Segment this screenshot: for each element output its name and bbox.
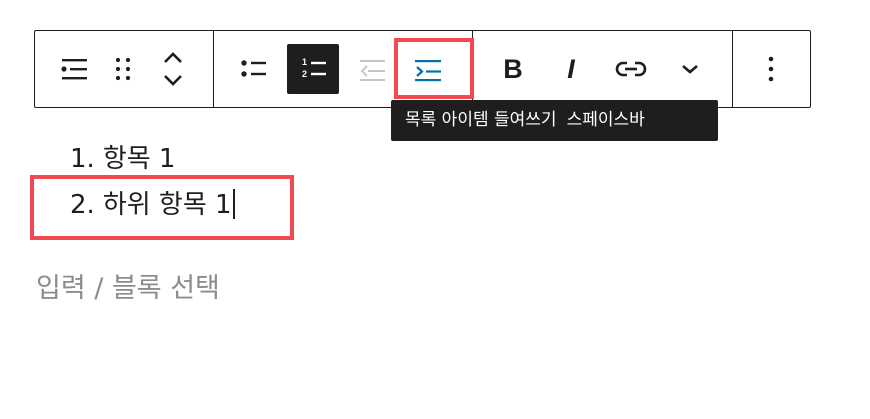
ordered-list-button[interactable]: 1 2 [287, 44, 339, 94]
ordered-list-icon: 1 2 [302, 57, 326, 79]
list-item-text: 항목 1 [102, 144, 176, 174]
block-type-button[interactable] [49, 44, 99, 94]
toolbar-divider [472, 31, 473, 107]
list-item-number: 2. [70, 190, 95, 220]
list-item[interactable]: 2. 하위 항목 1 [70, 182, 235, 228]
drag-handle-icon [115, 57, 131, 81]
move-up-down-button[interactable] [148, 44, 198, 94]
list-item-text: 하위 항목 1 [102, 190, 232, 220]
link-button[interactable] [606, 44, 656, 94]
bold-button[interactable]: B [488, 44, 538, 94]
svg-text:2: 2 [302, 69, 307, 79]
svg-text:1: 1 [302, 57, 307, 67]
toolbar-divider [732, 31, 733, 107]
drag-handle-button[interactable] [98, 44, 148, 94]
list-item-number: 1. [70, 144, 95, 174]
block-toolbar: 1 2 B I [34, 30, 811, 108]
italic-icon: I [567, 53, 575, 84]
italic-button[interactable]: I [546, 44, 596, 94]
ordered-list: 1. 항목 1 2. 하위 항목 1 [70, 136, 235, 228]
block-options-button[interactable] [746, 44, 796, 94]
chevron-down-icon [682, 65, 698, 74]
tooltip-shortcut: 스페이스바 [566, 110, 645, 130]
outdent-icon [360, 60, 385, 81]
unordered-list-icon [241, 60, 266, 77]
text-cursor [232, 189, 235, 219]
move-up-down-icon [164, 52, 182, 86]
tooltip-text: 목록 아이템 들여쓰기 [405, 110, 557, 130]
link-icon [615, 61, 647, 77]
indent-icon [415, 60, 441, 82]
more-formatting-button[interactable] [665, 44, 715, 94]
outdent-button[interactable] [347, 44, 397, 94]
indent-button[interactable] [403, 44, 453, 94]
bold-icon: B [503, 53, 523, 84]
unordered-list-button[interactable] [228, 44, 278, 94]
toolbar-divider [213, 31, 214, 107]
list-block-icon [61, 59, 87, 80]
indent-tooltip: 목록 아이템 들여쓰기 스페이스바 [391, 100, 718, 141]
list-item[interactable]: 1. 항목 1 [70, 136, 235, 182]
block-placeholder[interactable]: 입력 / 블록 선택 [36, 266, 220, 312]
more-options-icon [768, 56, 774, 82]
